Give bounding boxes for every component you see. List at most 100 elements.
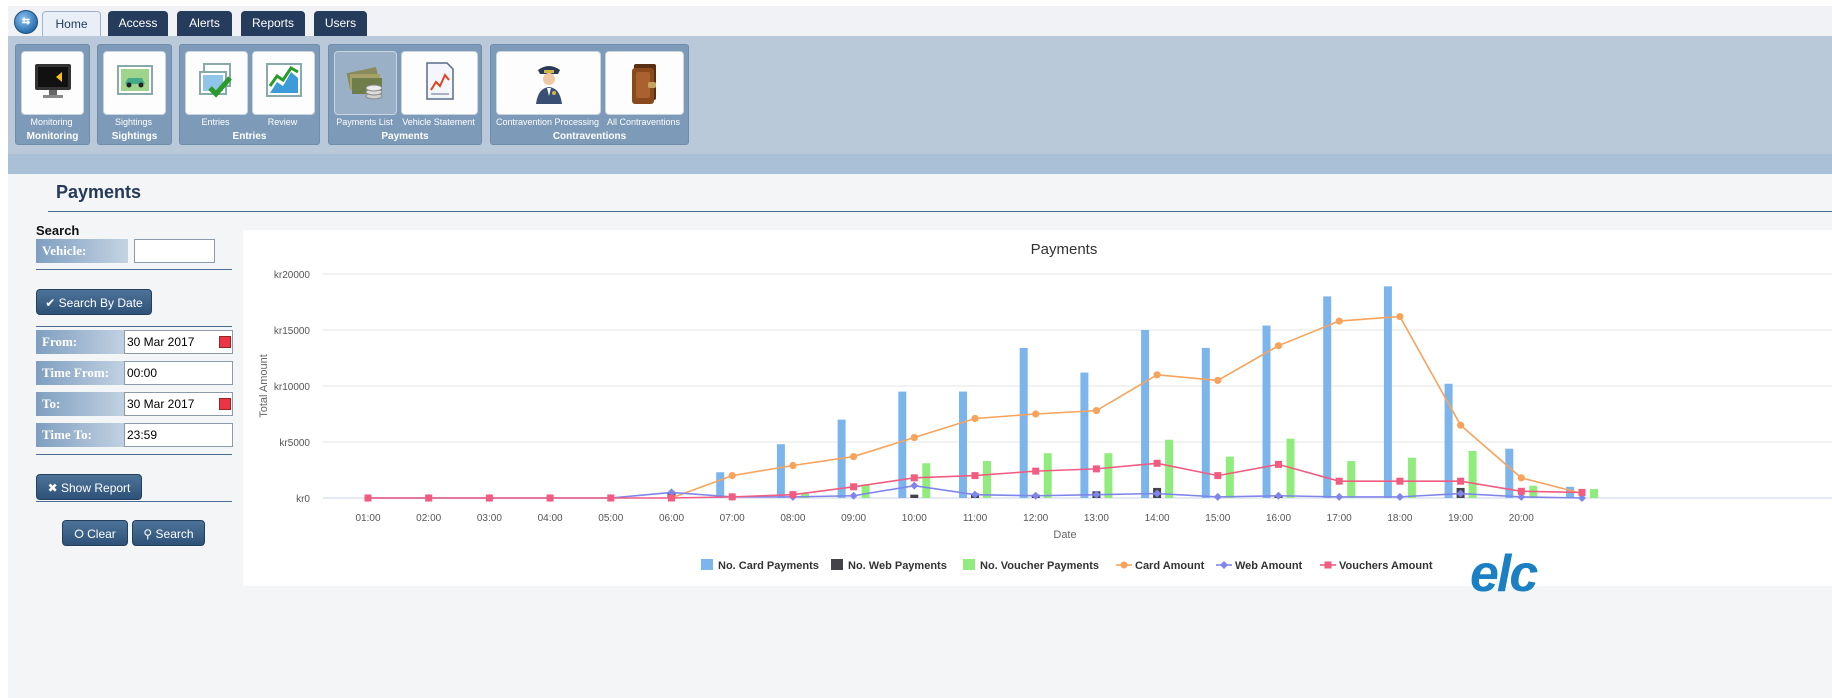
bar-0 (898, 391, 907, 498)
calendar-icon[interactable] (219, 336, 231, 348)
time-from-input[interactable]: 00:00 (124, 361, 233, 385)
point-0 (1214, 376, 1222, 384)
search-by-date-label: Search By Date (58, 296, 143, 310)
point-0 (1457, 421, 1465, 429)
page-title: Payments (56, 182, 142, 202)
sightings-button[interactable] (103, 51, 166, 115)
bar-2 (983, 461, 991, 498)
point-2 (1396, 477, 1404, 485)
x-tick-label: 17:00 (1327, 513, 1352, 524)
point-2 (1275, 460, 1282, 468)
legend-swatch (963, 559, 975, 570)
car-photo-icon (116, 65, 153, 95)
ribbon-group-title: Entries (232, 131, 267, 142)
show-report-label: Show Report (61, 481, 131, 495)
review-button-label: Review (267, 117, 298, 127)
point-0 (1517, 474, 1525, 482)
payments-list-button[interactable] (334, 51, 397, 115)
point-2 (1032, 467, 1040, 475)
contravention-processing-button[interactable] (496, 51, 601, 115)
vehicle-input[interactable] (134, 239, 215, 263)
bar-2 (1590, 489, 1598, 498)
calendar-icon[interactable] (219, 398, 231, 410)
y-tick-label: kr5000 (279, 438, 310, 449)
search-button[interactable]: ⚲ Search (132, 520, 205, 546)
bar-2 (1104, 453, 1113, 498)
review-button[interactable] (252, 51, 315, 115)
show-report-button[interactable]: ✖ Show Report (36, 474, 142, 500)
y-tick-label: kr20000 (274, 270, 311, 281)
monitoring-button[interactable] (21, 51, 84, 115)
bar-0 (776, 444, 785, 498)
x-tick-label: 20:00 (1509, 513, 1534, 524)
point-2 (1457, 477, 1465, 485)
vehicle-statement-button[interactable] (401, 51, 478, 115)
x-tick-label: 10:00 (902, 513, 927, 524)
point-2 (1153, 459, 1161, 467)
tab-users[interactable]: Users (314, 11, 367, 36)
bar-0 (1505, 448, 1514, 498)
bar-2 (922, 463, 931, 498)
divider (36, 326, 232, 327)
point-0 (1274, 342, 1283, 350)
bar-2 (861, 484, 870, 498)
x-tick-label: 03:00 (477, 513, 502, 524)
ribbon-group-monitoring: Monitoring Monitoring (15, 44, 90, 145)
bar-2 (1347, 461, 1356, 498)
bar-0 (1201, 347, 1210, 498)
bar-0 (959, 391, 967, 498)
x-tick-label: 16:00 (1266, 513, 1291, 524)
legend-swatch (831, 559, 843, 570)
time-to-input[interactable]: 23:59 (124, 423, 233, 447)
bar-2 (1407, 457, 1416, 498)
point-1 (1335, 492, 1344, 501)
point-0 (910, 433, 918, 442)
bar-2 (1043, 453, 1052, 498)
x-tick-label: 02:00 (416, 513, 441, 524)
point-2 (485, 494, 493, 502)
vehicle-label: Vehicle: (36, 239, 128, 263)
payments-list-button-label: Payments List (336, 117, 393, 127)
ribbon-status-bar (8, 154, 1832, 174)
entries-check-icon (198, 63, 232, 98)
legend-item-label: No. Web Payments (848, 560, 947, 572)
payments-chart: Payments kr0 kr5000 kr10000 kr15000 kr20000 To… (258, 241, 1832, 572)
bar-0 (1019, 347, 1028, 498)
point-2 (1214, 472, 1222, 480)
legend-item-label: Vouchers Amount (1339, 560, 1433, 572)
divider (36, 269, 232, 270)
sightings-button-label: Sightings (114, 117, 153, 127)
monitoring-button-label: Monitoring (30, 117, 73, 127)
title-divider (48, 211, 1832, 212)
clear-label: Clear (87, 527, 116, 541)
divider (36, 454, 232, 455)
x-tick-label: 11:00 (963, 513, 988, 524)
tab-reports[interactable]: Reports (241, 11, 305, 36)
to-date-input[interactable]: 30 Mar 2017 (124, 392, 233, 416)
legend-item-label: No. Card Payments (718, 560, 819, 572)
app-window: ⇆ Home Access Alerts Reports Users Monit… (8, 6, 1832, 698)
to-label: To: (36, 392, 128, 416)
search-by-date-button[interactable]: ✔ Search By Date (36, 289, 152, 315)
tab-alerts[interactable]: Alerts (177, 11, 232, 36)
tab-home[interactable]: Home (42, 11, 101, 37)
bar-0 (716, 472, 725, 498)
ribbon-group-entries: Entries Review Entries (179, 44, 320, 145)
clear-button[interactable]: ⭘ Clear (62, 520, 128, 546)
x-tick-label: 08:00 (780, 513, 805, 524)
tab-access[interactable]: Access (108, 11, 168, 36)
x-tick-label: 15:00 (1205, 513, 1230, 524)
from-date-input[interactable]: 30 Mar 2017 (124, 330, 233, 354)
legend-item-label: Card Amount (1135, 560, 1205, 572)
all-contraventions-button[interactable] (605, 51, 684, 115)
point-1 (1274, 491, 1283, 500)
entries-button[interactable] (185, 51, 248, 115)
app-menu-icon[interactable]: ⇆ (14, 10, 38, 34)
ribbon: Monitoring Monitoring Sightings Sighting… (8, 36, 1832, 154)
ribbon-group-sightings: Sightings Sightings (97, 44, 172, 145)
point-2 (850, 483, 858, 491)
point-0 (1396, 312, 1404, 321)
wallet-folder-icon (631, 64, 656, 104)
x-tick-label: 13:00 (1084, 513, 1109, 524)
time-to-label: Time To: (36, 423, 128, 447)
